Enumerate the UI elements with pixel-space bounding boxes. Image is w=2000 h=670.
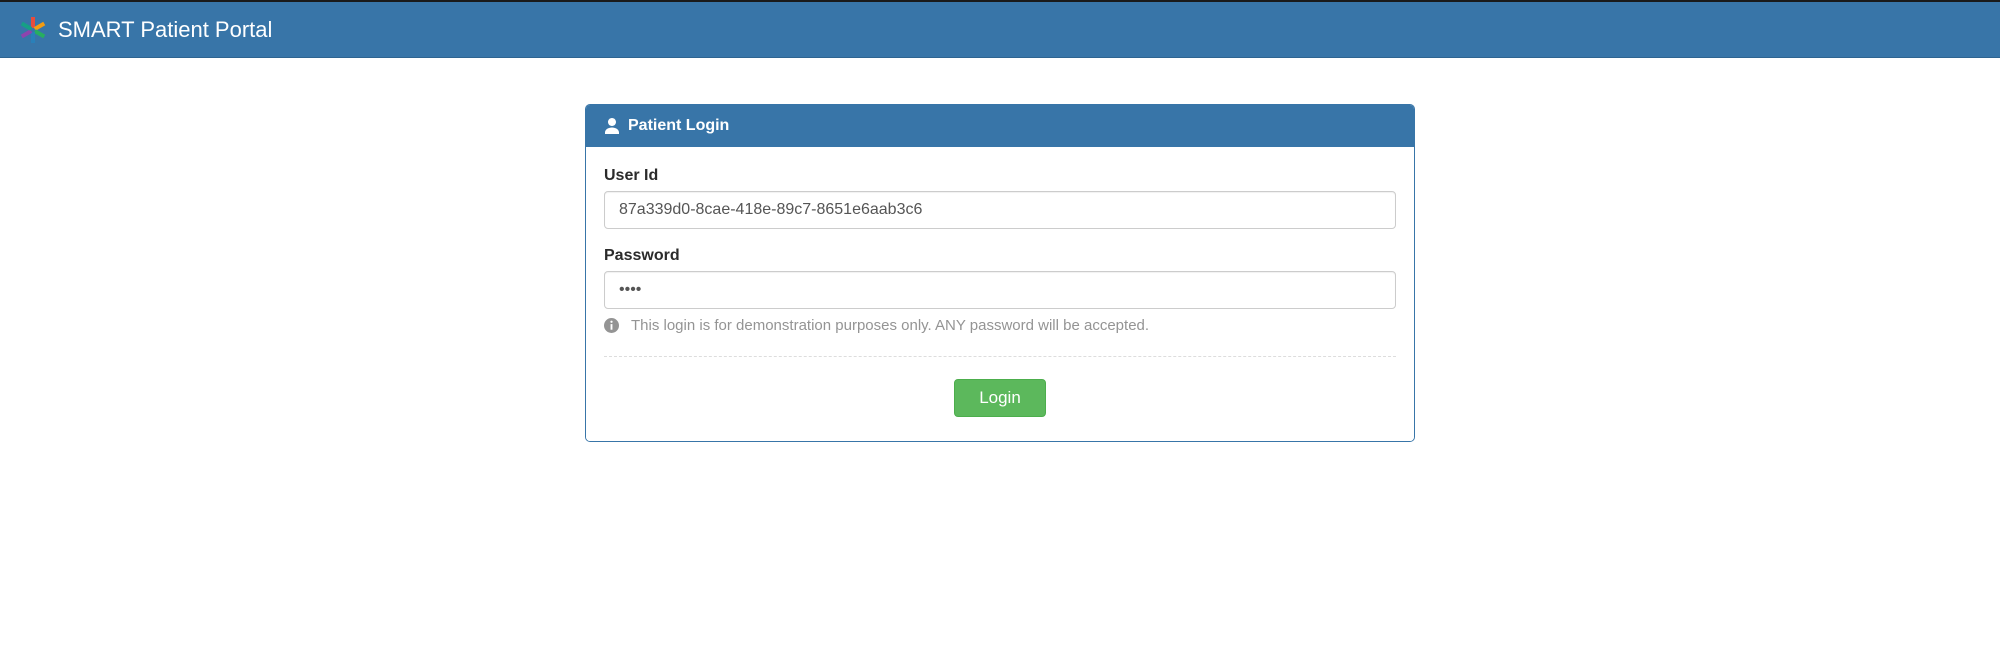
password-group: Password This login is for demonstration… (604, 247, 1396, 334)
help-text: This login is for demonstration purposes… (631, 317, 1149, 334)
login-button[interactable]: Login (954, 379, 1046, 417)
panel-title: Patient Login (628, 117, 729, 135)
user-id-label: User Id (604, 167, 1396, 185)
user-icon (604, 118, 620, 134)
divider (604, 356, 1396, 357)
panel-heading: Patient Login (586, 105, 1414, 147)
button-row: Login (604, 379, 1396, 417)
app-title: SMART Patient Portal (58, 17, 272, 43)
info-icon (604, 318, 619, 333)
login-panel: Patient Login User Id Password This logi… (585, 104, 1415, 442)
navbar: SMART Patient Portal (0, 0, 2000, 58)
user-id-group: User Id (604, 167, 1396, 229)
panel-body: User Id Password This login is for demon… (586, 147, 1414, 441)
user-id-input[interactable] (604, 191, 1396, 229)
password-help: This login is for demonstration purposes… (604, 317, 1396, 334)
app-logo-icon (20, 17, 46, 43)
password-label: Password (604, 247, 1396, 265)
main-container: Patient Login User Id Password This logi… (570, 104, 1430, 442)
password-input[interactable] (604, 271, 1396, 309)
